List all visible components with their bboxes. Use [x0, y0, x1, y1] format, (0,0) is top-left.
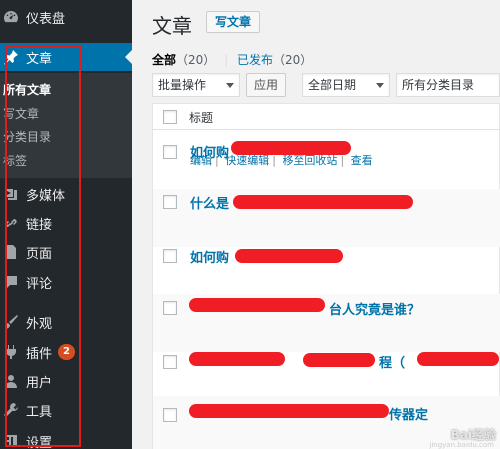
- row-checkbox[interactable]: [163, 355, 177, 369]
- post-title-link[interactable]: 传器定: [389, 404, 428, 423]
- sidebar-item-appearance[interactable]: 外观: [0, 308, 132, 336]
- row-actions: 编辑 | 快速编辑 | 移至回收站 | 查看: [190, 154, 373, 167]
- redaction-scribble: [235, 249, 343, 263]
- row-checkbox[interactable]: [163, 301, 177, 315]
- sidebar-item-users[interactable]: 用户: [0, 367, 132, 395]
- link-icon: [2, 214, 20, 232]
- redaction-scribble: [189, 352, 285, 366]
- table-row: 如何购: [153, 243, 500, 301]
- filter-separator: |: [224, 53, 229, 67]
- redaction-scribble: [233, 195, 413, 209]
- sidebar-item-label: 仪表盘: [26, 11, 66, 27]
- view-link[interactable]: 查看: [351, 154, 373, 167]
- submenu-categories[interactable]: 分类目录: [3, 128, 51, 145]
- category-filter-select[interactable]: 所有分类目录: [396, 73, 500, 97]
- update-count-badge: 2: [58, 344, 75, 360]
- posts-table: 标题 如何购 编辑 | 快速编辑 | 移至回收站 | 查看 什么是 如何购 台人…: [152, 103, 500, 449]
- sidebar-item-settings[interactable]: 设置: [0, 427, 132, 449]
- select-all-checkbox[interactable]: [163, 110, 177, 124]
- quick-edit-link[interactable]: 快速编辑: [225, 154, 269, 167]
- sidebar-item-media[interactable]: 多媒体: [0, 180, 132, 208]
- apply-button[interactable]: 应用: [246, 73, 286, 97]
- row-checkbox[interactable]: [163, 145, 177, 159]
- submenu-tags[interactable]: 标签: [3, 152, 27, 169]
- wrench-icon: [2, 401, 20, 419]
- submenu-all-posts[interactable]: 所有文章: [3, 81, 51, 98]
- date-filter-select[interactable]: 全部日期: [302, 73, 390, 97]
- submenu-write-post[interactable]: 写文章: [3, 105, 39, 122]
- sidebar-item-label: 多媒体: [26, 188, 66, 204]
- user-icon: [2, 372, 20, 390]
- posts-submenu: 所有文章 写文章 分类目录 标签: [0, 73, 132, 178]
- post-title-link[interactable]: 什么是: [190, 193, 229, 212]
- brush-icon: [2, 313, 20, 331]
- dashboard-icon: [2, 8, 20, 26]
- watermark-url: jingyan.baidu.com: [429, 441, 494, 449]
- post-title-link[interactable]: 如何购: [190, 247, 229, 266]
- sidebar-item-dashboard[interactable]: 仪表盘: [0, 3, 132, 31]
- column-title-header[interactable]: 标题: [189, 109, 213, 126]
- sidebar-item-tools[interactable]: 工具: [0, 396, 132, 424]
- sidebar-item-label: 页面: [26, 246, 53, 262]
- chevron-down-icon: [376, 83, 384, 88]
- trash-link[interactable]: 移至回收站: [282, 154, 337, 167]
- sidebar-item-label: 文章: [26, 51, 53, 67]
- redaction-scribble: [303, 353, 375, 367]
- main-content: 文章 写文章 全部（20） | 已发布（20） 批量操作 应用 全部日期 所有分…: [132, 0, 500, 449]
- settings-icon: [2, 432, 20, 449]
- sidebar-item-label: 设置: [26, 435, 53, 449]
- sidebar-item-label: 用户: [26, 375, 53, 391]
- plugin-icon: [2, 343, 20, 361]
- bulk-action-select[interactable]: 批量操作: [152, 73, 240, 97]
- admin-sidebar: 仪表盘 文章 所有文章 写文章 分类目录 标签 多媒体 链接 页面 评论 外观 …: [0, 0, 132, 449]
- table-row: 台人究竟是谁？: [153, 294, 500, 352]
- filter-published[interactable]: 已发布（20）: [237, 53, 312, 67]
- sidebar-item-label: 工具: [26, 404, 53, 420]
- sidebar-item-label: 链接: [26, 217, 53, 233]
- page-icon: [2, 243, 20, 261]
- redaction-scribble: [417, 352, 499, 366]
- table-header: 标题: [153, 104, 500, 130]
- sidebar-item-comments[interactable]: 评论: [0, 268, 132, 296]
- post-title-link[interactable]: 程（: [379, 352, 405, 371]
- media-icon: [2, 185, 20, 203]
- sidebar-item-label: 外观: [26, 316, 53, 332]
- sidebar-item-posts[interactable]: 文章: [0, 43, 132, 71]
- filter-all[interactable]: 全部（20）: [152, 53, 215, 67]
- row-checkbox[interactable]: [163, 249, 177, 263]
- row-checkbox[interactable]: [163, 408, 177, 422]
- edit-link[interactable]: 编辑: [190, 154, 212, 167]
- chevron-down-icon: [226, 83, 234, 88]
- table-row: 如何购 编辑 | 快速编辑 | 移至回收站 | 查看: [153, 131, 500, 189]
- table-row: 什么是: [153, 189, 500, 247]
- add-new-post-button[interactable]: 写文章: [206, 11, 261, 33]
- redaction-scribble: [189, 298, 325, 312]
- pushpin-icon: [2, 48, 20, 66]
- page-title: 文章: [152, 14, 192, 38]
- row-checkbox[interactable]: [163, 195, 177, 209]
- active-indicator: [125, 50, 132, 64]
- status-filters: 全部（20） | 已发布（20）: [152, 51, 312, 68]
- sidebar-item-plugins[interactable]: 插件 2: [0, 338, 132, 366]
- comment-icon: [2, 273, 20, 291]
- sidebar-item-links[interactable]: 链接: [0, 209, 132, 237]
- redaction-scribble: [189, 404, 389, 418]
- sidebar-item-pages[interactable]: 页面: [0, 238, 132, 266]
- post-title-link[interactable]: 台人究竟是谁？: [329, 299, 420, 318]
- sidebar-item-label: 评论: [26, 276, 53, 292]
- sidebar-item-label: 插件: [26, 346, 53, 362]
